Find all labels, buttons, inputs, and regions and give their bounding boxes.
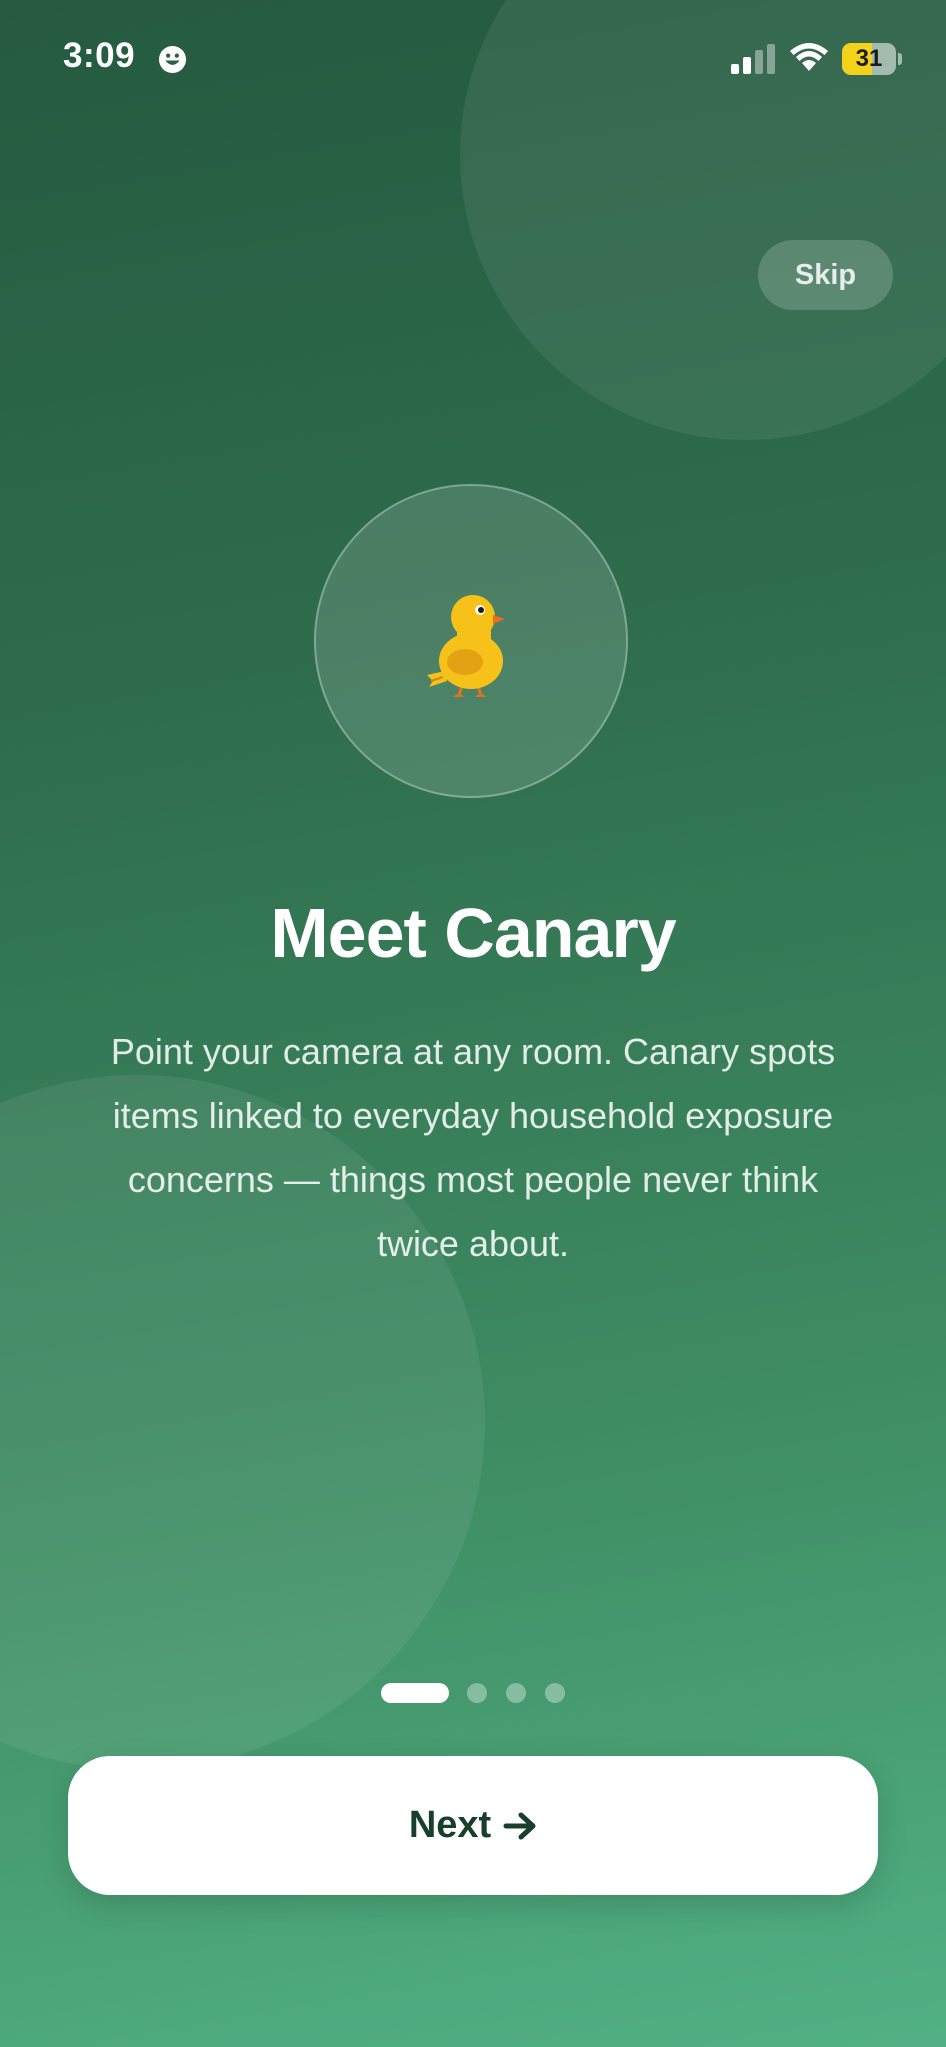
page-indicator [0, 1683, 946, 1705]
onboarding-description: Point your camera at any room. Canary sp… [110, 1031, 836, 1264]
wifi-icon [790, 43, 828, 71]
page-dot-1[interactable] [381, 1683, 449, 1703]
page-dot-4[interactable] [545, 1683, 565, 1703]
page-dot-3[interactable] [506, 1683, 526, 1703]
cellular-signal-icon [731, 44, 775, 74]
battery-indicator: 31 [842, 43, 896, 75]
next-button-label: Next [408, 1804, 492, 1846]
page-dot-2[interactable] [467, 1683, 487, 1703]
canary-bird-icon [427, 595, 505, 697]
onboarding-screen: 3:09 31 Skip Meet Canary Point your came… [0, 0, 946, 2047]
next-button[interactable]: Next [68, 1756, 878, 1895]
battery-level: 31 [855, 45, 883, 72]
smiley-face-icon [158, 45, 187, 74]
status-time: 3:09 [63, 36, 136, 75]
arrow-right-icon [503, 1812, 536, 1839]
page-title: Meet Canary [270, 894, 676, 972]
battery-tip [898, 53, 902, 65]
status-bar: 3:09 31 [0, 0, 946, 120]
skip-button[interactable]: Skip [758, 240, 893, 310]
